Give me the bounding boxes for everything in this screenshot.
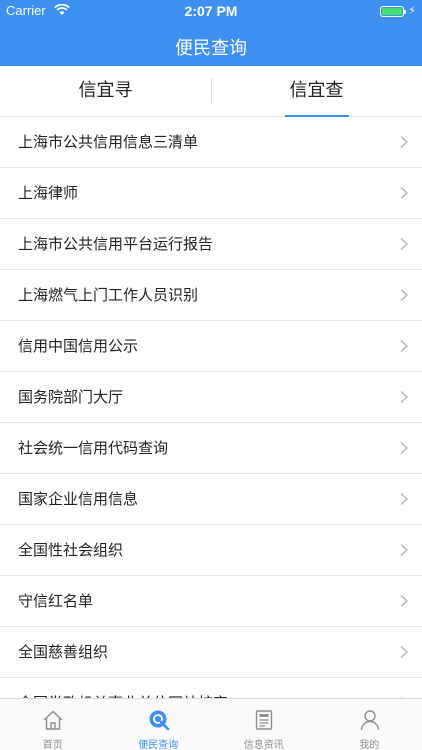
battery-icon <box>380 6 406 17</box>
nav-header: Carrier 2:07 PM ⚡ 便民查询 <box>0 0 422 66</box>
list-item-label: 国务院部门大厅 <box>18 388 124 406</box>
chevron-right-icon <box>400 441 409 455</box>
list-item-label: 守信红名单 <box>18 592 94 610</box>
chevron-right-icon <box>400 543 409 557</box>
chevron-right-icon <box>400 594 409 608</box>
list-item-label: 国家企业信用信息 <box>18 490 139 508</box>
bottom-tab-bar: 首页 便民查询 信息资讯 我的 <box>0 698 422 750</box>
list-item-label: 上海市公共信用信息三清单 <box>18 133 199 151</box>
list-item-label: 全国性社会组织 <box>18 541 124 559</box>
tabbar-home[interactable]: 首页 <box>0 699 106 750</box>
list-item[interactable]: 上海律师 <box>0 168 422 219</box>
segment-tabs: 信宜寻 信宜查 <box>0 66 422 117</box>
list-item[interactable]: 全国慈善组织 <box>0 627 422 678</box>
list-item-label: 上海律师 <box>18 184 79 202</box>
list-item[interactable]: 全国性社会组织 <box>0 525 422 576</box>
document-icon <box>255 710 273 730</box>
list-item[interactable]: 守信红名单 <box>0 576 422 627</box>
tabbar-profile[interactable]: 我的 <box>317 699 422 750</box>
chevron-right-icon <box>400 186 409 200</box>
home-icon <box>43 710 63 730</box>
tab-xinyicha[interactable]: 信宜查 <box>211 66 422 117</box>
tabbar-label: 信息资讯 <box>243 740 284 750</box>
person-icon <box>360 710 379 731</box>
list-item-label: 上海燃气上门工作人员识别 <box>18 286 199 304</box>
service-list: 上海市公共信用信息三清单 上海律师上海市公共信用平台运行报告 上海燃气上门工作人员识… <box>0 117 422 698</box>
list-item-label: 上海市公共信用平台运行报告 <box>18 235 214 253</box>
chevron-right-icon <box>400 645 409 659</box>
tabbar-news[interactable]: 信息资讯 <box>211 699 317 750</box>
list-item-label: 全国慈善组织 <box>18 643 109 661</box>
tabbar-label: 首页 <box>42 740 63 750</box>
list-item[interactable]: 全国党政机关事业单位网站核实 <box>0 678 422 698</box>
chevron-right-icon <box>400 492 409 506</box>
tab-label: 信宜查 <box>289 80 344 101</box>
chevron-right-icon <box>400 237 409 251</box>
chevron-right-icon <box>400 390 409 404</box>
tabbar-label: 我的 <box>359 740 380 750</box>
page-title: 便民查询 <box>175 38 247 59</box>
tabbar-search[interactable]: 便民查询 <box>106 699 212 750</box>
status-bar: Carrier 2:07 PM ⚡ <box>0 0 422 22</box>
list-item[interactable]: 上海市公共信用信息三清单 <box>0 117 422 168</box>
tabbar-label: 便民查询 <box>138 740 179 750</box>
charging-icon: ⚡ <box>408 4 416 17</box>
list-item[interactable]: 上海燃气上门工作人员识别 <box>0 270 422 321</box>
list-item-label: 信用中国信用公示 <box>18 337 139 355</box>
chevron-right-icon <box>400 339 409 353</box>
list-item[interactable]: 国家企业信用信息 <box>0 474 422 525</box>
list-item[interactable]: 上海市公共信用平台运行报告 <box>0 219 422 270</box>
chevron-right-icon <box>400 135 409 149</box>
tab-label: 信宜寻 <box>78 80 133 101</box>
list-item[interactable]: 社会统一信用代码查询 <box>0 423 422 474</box>
list-item[interactable]: 信用中国信用公示 <box>0 321 422 372</box>
chevron-right-icon <box>400 288 409 302</box>
search-icon <box>149 710 169 731</box>
list-item[interactable]: 国务院部门大厅 <box>0 372 422 423</box>
clock-time: 2:07 PM <box>184 3 238 19</box>
list-item-label: 社会统一信用代码查询 <box>18 439 169 457</box>
tab-xinyixun[interactable]: 信宜寻 <box>0 66 211 117</box>
